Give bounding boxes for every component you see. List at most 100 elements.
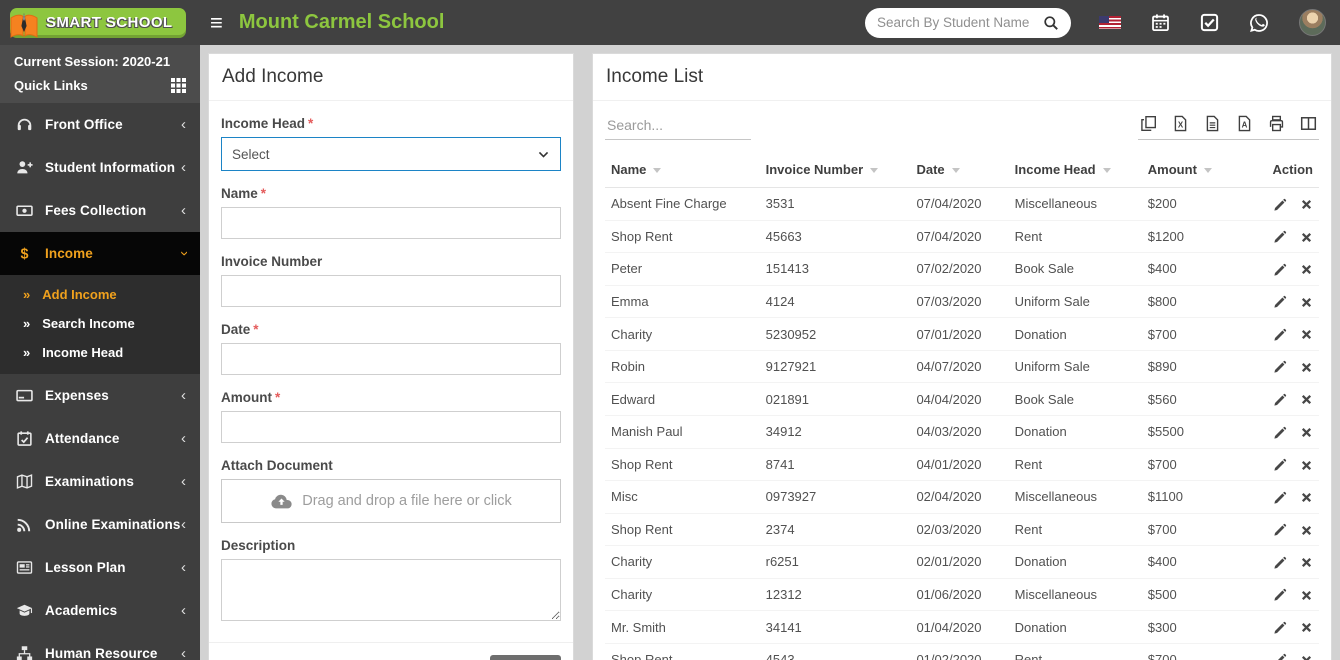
- edit-pencil-icon[interactable]: [1273, 295, 1287, 309]
- column-header-date[interactable]: Date: [910, 152, 1009, 188]
- sort-arrow-icon: [653, 168, 662, 174]
- sidebar-item-lesson-plan[interactable]: Lesson Plan ‹: [0, 546, 200, 589]
- delete-x-icon[interactable]: [1300, 556, 1313, 569]
- student-search-input[interactable]: [877, 15, 1043, 30]
- field-label-text: Description: [221, 538, 296, 553]
- chevron-left-icon: ‹: [181, 159, 186, 176]
- delete-x-icon[interactable]: [1300, 491, 1313, 504]
- edit-pencil-icon[interactable]: [1273, 588, 1287, 602]
- description-field[interactable]: [221, 559, 561, 621]
- cell-date: 07/03/2020: [910, 285, 1009, 319]
- edit-pencil-icon[interactable]: [1273, 230, 1287, 244]
- calendar-icon[interactable]: [1151, 13, 1170, 32]
- edit-pencil-icon[interactable]: [1273, 556, 1287, 570]
- name-field[interactable]: [221, 207, 561, 239]
- delete-x-icon[interactable]: [1300, 654, 1313, 660]
- sidebar-item-front-office[interactable]: Front Office ‹: [0, 103, 200, 146]
- delete-x-icon[interactable]: [1300, 459, 1313, 472]
- delete-x-icon[interactable]: [1300, 361, 1313, 374]
- columns-export-icon[interactable]: [1300, 115, 1317, 132]
- cell-action: [1254, 415, 1319, 449]
- save-button[interactable]: Save: [490, 655, 561, 660]
- submenu-item-search-income[interactable]: » Search Income: [0, 309, 200, 338]
- date-field[interactable]: [221, 343, 561, 375]
- submenu-item-income-head[interactable]: » Income Head: [0, 338, 200, 367]
- logo-area[interactable]: SMART SCHOOL: [0, 0, 200, 45]
- sidebar-item-examinations[interactable]: Examinations ‹: [0, 460, 200, 503]
- cell-name: Peter: [605, 252, 760, 286]
- income-head-select[interactable]: Select: [221, 137, 561, 171]
- delete-x-icon[interactable]: [1300, 426, 1313, 439]
- field-label-text: Date: [221, 322, 251, 337]
- sidebar-item-income[interactable]: $ Income ‹: [0, 232, 200, 275]
- delete-x-icon[interactable]: [1300, 198, 1313, 211]
- edit-pencil-icon[interactable]: [1273, 426, 1287, 440]
- column-header-name[interactable]: Name: [605, 152, 760, 188]
- delete-x-icon[interactable]: [1300, 393, 1313, 406]
- column-header-amount[interactable]: Amount: [1141, 152, 1254, 188]
- sidebar-item-fees-collection[interactable]: Fees Collection ‹: [0, 189, 200, 232]
- cell-head: Uniform Sale: [1008, 350, 1142, 384]
- print-export-icon[interactable]: [1268, 115, 1285, 132]
- income-list-card: Income List X A NameInvoice NumberDateInc…: [592, 53, 1332, 660]
- language-flag-icon[interactable]: [1099, 16, 1121, 29]
- edit-pencil-icon[interactable]: [1273, 523, 1287, 537]
- field-label-text: Amount: [221, 390, 272, 405]
- file-dropzone[interactable]: Drag and drop a file here or click: [221, 479, 561, 523]
- whatsapp-icon[interactable]: [1249, 13, 1269, 33]
- delete-x-icon[interactable]: [1300, 524, 1313, 537]
- sidebar-item-expenses[interactable]: Expenses ‹: [0, 374, 200, 417]
- cell-date: 02/03/2020: [910, 513, 1009, 547]
- sidebar-item-human-resource[interactable]: Human Resource ‹: [0, 632, 200, 660]
- table-search-input[interactable]: [605, 113, 751, 140]
- delete-x-icon[interactable]: [1300, 231, 1313, 244]
- edit-pencil-icon[interactable]: [1273, 458, 1287, 472]
- submenu-item-add-income[interactable]: » Add Income: [0, 280, 200, 309]
- edit-pencil-icon[interactable]: [1273, 263, 1287, 277]
- excel-export-icon[interactable]: X: [1172, 115, 1189, 132]
- cell-head: Donation: [1008, 610, 1142, 644]
- search-icon[interactable]: [1043, 15, 1059, 31]
- edit-pencil-icon[interactable]: [1273, 393, 1287, 407]
- edit-pencil-icon[interactable]: [1273, 198, 1287, 212]
- income-list-header: Income List: [593, 54, 1331, 101]
- table-row: Shop Rent 8741 04/01/2020 Rent $700: [605, 448, 1319, 482]
- income-list-body: X A NameInvoice NumberDateIncome Head Amou…: [593, 101, 1331, 660]
- quick-links-grid-icon[interactable]: [171, 78, 186, 93]
- delete-x-icon[interactable]: [1300, 621, 1313, 634]
- csv-export-icon[interactable]: [1204, 115, 1221, 132]
- cell-invoice: 4124: [759, 285, 911, 319]
- cell-head: Miscellaneous: [1008, 578, 1142, 612]
- menu-toggle-icon[interactable]: ≡: [210, 11, 223, 34]
- field-label: Attach Document: [221, 458, 561, 473]
- pdf-export-icon[interactable]: A: [1236, 115, 1253, 132]
- svg-text:A: A: [1242, 121, 1248, 130]
- sidebar-item-student-information[interactable]: Student Information ‹: [0, 146, 200, 189]
- student-search[interactable]: [865, 7, 1071, 38]
- sidebar-item-online-examinations[interactable]: Online Examinations ‹: [0, 503, 200, 546]
- task-check-icon[interactable]: [1200, 13, 1219, 32]
- edit-pencil-icon[interactable]: [1273, 621, 1287, 635]
- column-header-invoice-number[interactable]: Invoice Number: [759, 152, 911, 188]
- sidebar-item-attendance[interactable]: Attendance ‹: [0, 417, 200, 460]
- cell-name: Shop Rent: [605, 513, 760, 547]
- cell-invoice: 9127921: [759, 350, 911, 384]
- sidebar-item-label: Student Information: [45, 160, 176, 175]
- user-avatar[interactable]: [1299, 9, 1330, 36]
- cell-invoice: 0973927: [759, 480, 911, 514]
- invoice-number-field[interactable]: [221, 275, 561, 307]
- delete-x-icon[interactable]: [1300, 589, 1313, 602]
- amount-field[interactable]: [221, 411, 561, 443]
- sidebar-item-academics[interactable]: Academics ‹: [0, 589, 200, 632]
- delete-x-icon[interactable]: [1300, 296, 1313, 309]
- column-header-income-head[interactable]: Income Head: [1008, 152, 1142, 188]
- delete-x-icon[interactable]: [1300, 328, 1313, 341]
- edit-pencil-icon[interactable]: [1273, 491, 1287, 505]
- edit-pencil-icon[interactable]: [1273, 328, 1287, 342]
- sidebar: Current Session: 2020-21 Quick Links Fro…: [0, 45, 200, 660]
- edit-pencil-icon[interactable]: [1273, 653, 1287, 660]
- delete-x-icon[interactable]: [1300, 263, 1313, 276]
- column-header-label: Amount: [1147, 162, 1197, 177]
- edit-pencil-icon[interactable]: [1273, 360, 1287, 374]
- copy-export-icon[interactable]: [1140, 115, 1157, 132]
